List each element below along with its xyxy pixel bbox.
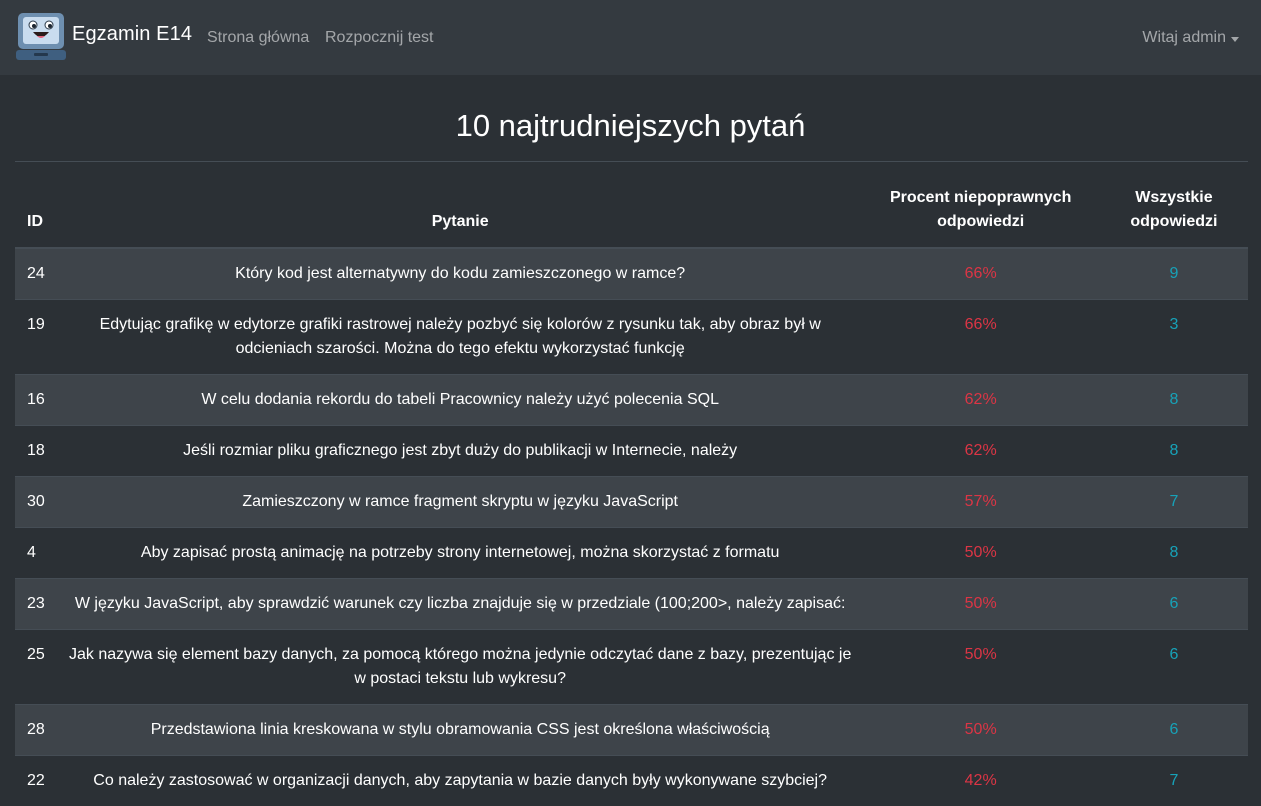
navbar: Egzamin E14 Strona główna Rozpocznij tes… [0,0,1261,75]
row-answers-count: 6 [1100,579,1248,630]
row-id: 25 [15,630,59,705]
brand-name: Egzamin E14 [72,23,192,46]
row-incorrect-percent: 50% [862,528,1100,579]
row-question: Edytując grafikę w edytorze grafiki rast… [59,300,862,375]
row-incorrect-percent: 62% [862,426,1100,477]
row-id: 24 [15,248,59,300]
row-incorrect-percent: 57% [862,477,1100,528]
header-question: Pytanie [59,162,862,248]
row-answers-count: 6 [1100,705,1248,756]
table-row: 18 Jeśli rozmiar pliku graficznego jest … [15,426,1248,477]
row-incorrect-percent: 66% [862,248,1100,300]
table-row: 23 W języku JavaScript, aby sprawdzić wa… [15,579,1248,630]
row-incorrect-percent: 50% [862,579,1100,630]
table-row: 25 Jak nazywa się element bazy danych, z… [15,630,1248,705]
table-row: 19 Edytując grafikę w edytorze grafiki r… [15,300,1248,375]
row-answers-count: 9 [1100,248,1248,300]
table-row: 22 Co należy zastosować w organizacji da… [15,756,1248,806]
row-answers-count: 6 [1100,630,1248,705]
row-id: 28 [15,705,59,756]
header-id: ID [15,162,59,248]
header-all-answers: Wszystkie odpowiedzi [1100,162,1248,248]
table-row: 4 Aby zapisać prostą animację na potrzeb… [15,528,1248,579]
row-id: 18 [15,426,59,477]
page-title: 10 najtrudniejszych pytań [0,108,1261,144]
row-question: Jeśli rozmiar pliku graficznego jest zby… [59,426,862,477]
row-incorrect-percent: 66% [862,300,1100,375]
table-row: 30 Zamieszczony w ramce fragment skryptu… [15,477,1248,528]
table-row: 28 Przedstawiona linia kreskowana w styl… [15,705,1248,756]
row-answers-count: 8 [1100,528,1248,579]
row-incorrect-percent: 62% [862,375,1100,426]
row-question: Jak nazywa się element bazy danych, za p… [59,630,862,705]
row-question: Przedstawiona linia kreskowana w stylu o… [59,705,862,756]
row-question: W celu dodania rekordu do tabeli Pracown… [59,375,862,426]
row-id: 23 [15,579,59,630]
row-question: Co należy zastosować w organizacji danyc… [59,756,862,806]
row-question: W języku JavaScript, aby sprawdzić warun… [59,579,862,630]
row-answers-count: 7 [1100,756,1248,806]
user-greeting: Witaj admin [1142,29,1226,47]
row-answers-count: 8 [1100,375,1248,426]
header-row: ID Pytanie Procent niepoprawnych odpowie… [15,162,1248,248]
row-incorrect-percent: 50% [862,705,1100,756]
nav-link-start-test[interactable]: Rozpocznij test [325,29,434,47]
brand-link[interactable]: Egzamin E14 [16,12,192,62]
row-id: 22 [15,756,59,806]
table-header: ID Pytanie Procent niepoprawnych odpowie… [15,162,1248,248]
row-question: Aby zapisać prostą animację na potrzeby … [59,528,862,579]
table-body: 24 Który kod jest alternatywny do kodu z… [15,248,1248,806]
row-question: Zamieszczony w ramce fragment skryptu w … [59,477,862,528]
row-answers-count: 8 [1100,426,1248,477]
row-answers-count: 7 [1100,477,1248,528]
laptop-mascot-icon [16,12,66,62]
table-row: 24 Który kod jest alternatywny do kodu z… [15,248,1248,300]
user-menu-dropdown[interactable]: Witaj admin [1142,29,1239,47]
row-id: 16 [15,375,59,426]
row-answers-count: 3 [1100,300,1248,375]
caret-down-icon [1231,37,1239,42]
header-incorrect-percent: Procent niepoprawnych odpowiedzi [862,162,1100,248]
hardest-questions-table: ID Pytanie Procent niepoprawnych odpowie… [15,162,1248,806]
row-id: 30 [15,477,59,528]
row-incorrect-percent: 50% [862,630,1100,705]
nav-link-home[interactable]: Strona główna [207,29,309,47]
row-id: 4 [15,528,59,579]
row-question: Który kod jest alternatywny do kodu zami… [59,248,862,300]
row-id: 19 [15,300,59,375]
table-row: 16 W celu dodania rekordu do tabeli Prac… [15,375,1248,426]
row-incorrect-percent: 42% [862,756,1100,806]
